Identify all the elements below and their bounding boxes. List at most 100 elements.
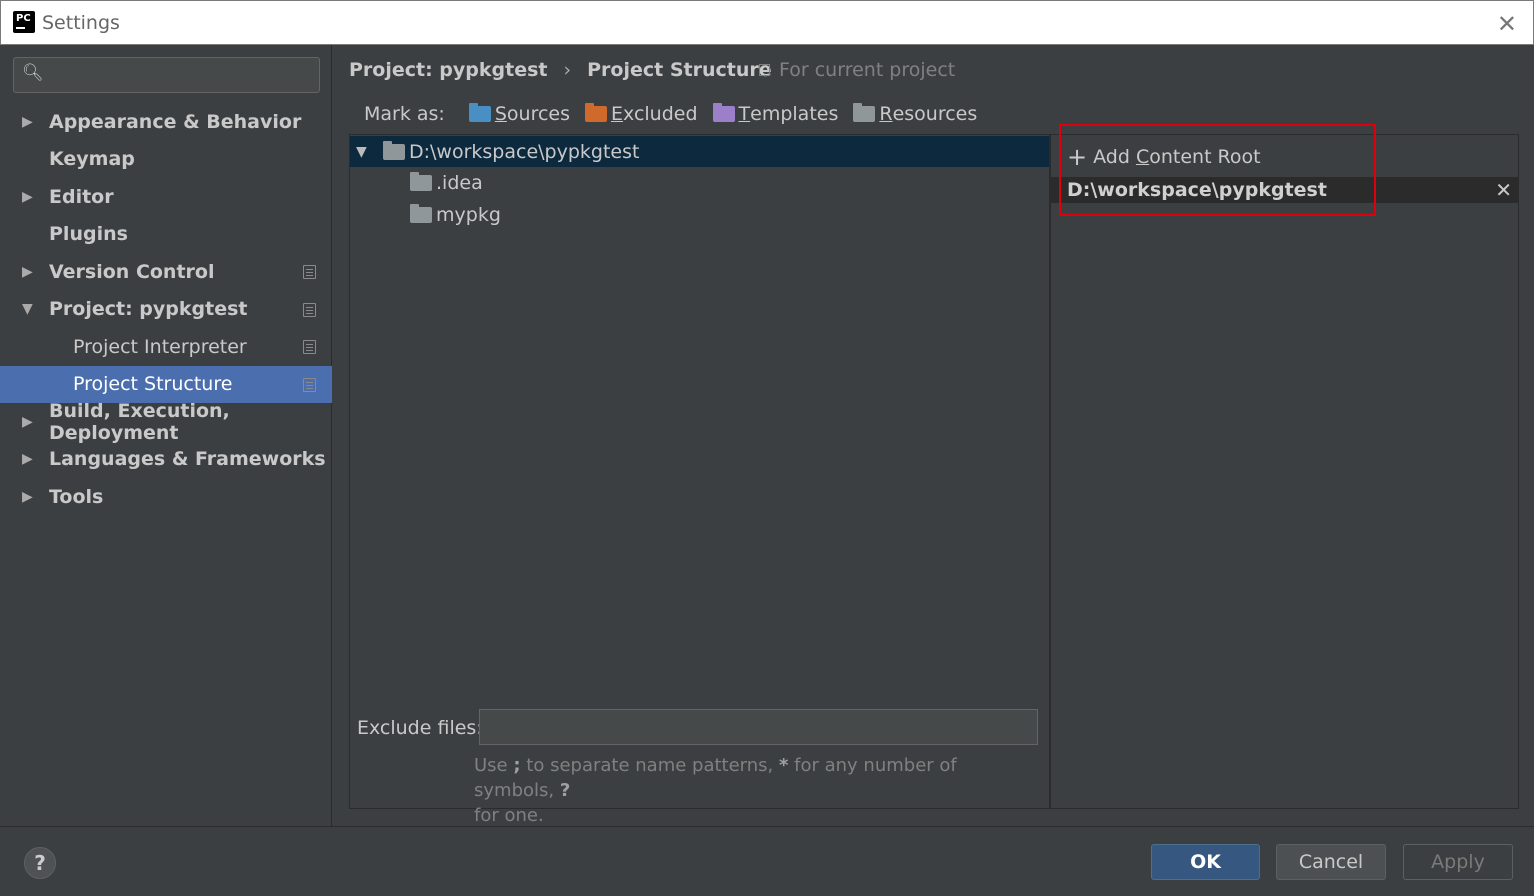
ok-button[interactable]: OK <box>1151 844 1260 880</box>
sources-folder-icon <box>468 103 491 122</box>
sidebar-item-project-interpreter[interactable]: Project Interpreter <box>0 328 332 366</box>
content-root-path: D:\workspace\pypkgtest <box>1067 179 1327 201</box>
hint-symbol: ? <box>559 780 571 801</box>
tree-item-label: D:\workspace\pypkgtest <box>409 140 640 163</box>
sidebar-item-label: Plugins <box>49 223 128 246</box>
apply-button[interactable]: Apply <box>1403 844 1513 880</box>
search-icon: 🔍︎ <box>22 63 44 83</box>
sidebar-item-plugins[interactable]: Plugins <box>0 216 332 254</box>
settings-sidebar: 🔍︎ ▶ Appearance & Behavior Keymap ▶ Edit… <box>0 45 332 826</box>
breadcrumb: Project: pypkgtest › Project Structure <box>349 59 772 81</box>
sidebar-item-project-structure[interactable]: Project Structure <box>0 365 332 403</box>
plus-icon: + <box>1067 143 1088 171</box>
project-scope-icon <box>303 302 316 317</box>
resources-folder-icon <box>853 103 876 122</box>
mark-as-toolbar: Mark as: Sources Excluded Templates Reso… <box>364 103 992 125</box>
add-root-label: Add <box>1093 146 1136 168</box>
tree-row-mypkg[interactable]: mypkg <box>350 199 1049 230</box>
project-scope-icon <box>303 340 316 354</box>
help-button[interactable]: ? <box>24 847 56 879</box>
sidebar-item-build-execution-deployment[interactable]: ▶ Build, Execution, Deployment <box>0 399 332 444</box>
templates-folder-icon <box>712 103 735 122</box>
mnemonic: T <box>738 103 751 125</box>
sidebar-item-label: Languages & Frameworks <box>49 448 326 471</box>
hint-symbol: * <box>779 755 789 776</box>
mnemonic: S <box>494 103 507 125</box>
sidebar-item-tools[interactable]: ▶ Tools <box>0 478 332 516</box>
tree-row-root[interactable]: ▼ D:\workspace\pypkgtest <box>350 136 1049 167</box>
sidebar-item-label: Version Control <box>49 260 215 283</box>
folder-icon <box>410 204 432 223</box>
sidebar-item-label: Project: pypkgtest <box>49 298 248 321</box>
add-content-root-button[interactable]: + Add Content Root <box>1067 145 1261 169</box>
expand-arrow-icon[interactable]: ▶ <box>22 489 33 505</box>
sidebar-item-project[interactable]: ▼ Project: pypkgtest <box>0 291 332 329</box>
hint-text: to separate name patterns, <box>520 755 779 776</box>
mark-label-rest: emplates <box>750 103 839 125</box>
close-window-button[interactable]: ✕ <box>1497 10 1517 38</box>
expand-arrow-icon[interactable]: ▶ <box>22 114 33 130</box>
sidebar-item-appearance-behavior[interactable]: ▶ Appearance & Behavior <box>0 103 332 141</box>
expand-arrow-icon[interactable]: ▶ <box>22 451 33 467</box>
mark-templates-button[interactable]: Templates <box>712 103 839 125</box>
mark-resources-button[interactable]: Resources <box>853 103 977 125</box>
sidebar-item-label: Keymap <box>49 148 135 171</box>
project-scope-icon <box>759 64 770 76</box>
content-root-panel: + Add Content Root D:\workspace\pypkgtes… <box>1050 134 1519 809</box>
cancel-button[interactable]: Cancel <box>1276 844 1386 880</box>
sidebar-item-label: Project Interpreter <box>73 335 247 358</box>
sidebar-item-label: Build, Execution, Deployment <box>49 399 230 444</box>
scope-label: For current project <box>759 59 955 81</box>
expand-arrow-icon[interactable]: ▶ <box>22 414 33 430</box>
sidebar-item-label: Project Structure <box>73 373 233 396</box>
remove-content-root-icon[interactable]: ✕ <box>1495 178 1512 202</box>
tree-item-label: mypkg <box>436 203 501 226</box>
sidebar-item-languages-frameworks[interactable]: ▶ Languages & Frameworks <box>0 441 332 479</box>
mark-label-rest: xcluded <box>623 103 698 125</box>
sidebar-item-label: Appearance & Behavior <box>49 110 302 133</box>
mark-label-rest: esources <box>892 103 978 125</box>
window-title: Settings <box>42 12 120 34</box>
mark-sources-button[interactable]: Sources <box>468 103 571 125</box>
folder-icon <box>410 172 432 191</box>
settings-search-input[interactable]: 🔍︎ <box>13 57 320 93</box>
mark-as-label: Mark as: <box>364 103 445 125</box>
mnemonic: C <box>1135 146 1150 168</box>
project-scope-icon <box>303 265 316 279</box>
breadcrumb-separator-icon: › <box>563 59 572 81</box>
breadcrumb-project: Project: pypkgtest <box>349 59 548 81</box>
expand-arrow-icon[interactable]: ▶ <box>22 189 33 205</box>
project-scope-icon <box>303 377 316 392</box>
sidebar-item-label: Editor <box>49 185 114 208</box>
breadcrumb-page: Project Structure <box>587 59 772 81</box>
hint-symbol: ; <box>513 755 521 776</box>
sidebar-item-keymap[interactable]: Keymap <box>0 141 332 179</box>
expand-arrow-icon[interactable]: ▶ <box>22 264 33 280</box>
exclude-files-label: Exclude files: <box>357 717 483 739</box>
sidebar-item-label: Tools <box>49 485 104 508</box>
dialog-footer: ? OK Cancel Apply <box>0 826 1534 896</box>
hint-text: for one. <box>474 805 544 826</box>
exclude-files-hint: Use ; to separate name patterns, * for a… <box>474 753 1034 828</box>
settings-main-panel: Project: pypkgtest › Project Structure F… <box>333 45 1534 826</box>
project-tree-panel: ▼ D:\workspace\pypkgtest .idea mypkg <box>349 134 1050 809</box>
scope-text: For current project <box>779 59 956 81</box>
settings-nav-tree: ▶ Appearance & Behavior Keymap ▶ Editor … <box>0 103 332 516</box>
tree-row-idea[interactable]: .idea <box>350 167 1049 198</box>
sidebar-item-editor[interactable]: ▶ Editor <box>0 178 332 216</box>
add-root-label: ontent Root <box>1149 146 1261 168</box>
title-bar: PC Settings ✕ <box>0 0 1534 45</box>
collapse-arrow-icon[interactable]: ▼ <box>22 301 33 317</box>
pycharm-logo-icon: PC <box>13 11 35 33</box>
content-root-entry[interactable]: D:\workspace\pypkgtest ✕ <box>1051 177 1518 203</box>
collapse-arrow-icon[interactable]: ▼ <box>356 144 367 160</box>
mnemonic: R <box>879 103 893 125</box>
mnemonic: E <box>611 103 624 125</box>
tree-item-label: .idea <box>436 171 483 194</box>
folder-icon <box>383 141 405 160</box>
hint-text: Use <box>474 755 514 776</box>
exclude-files-input[interactable] <box>479 709 1038 745</box>
mark-label-rest: ources <box>506 103 571 125</box>
sidebar-item-version-control[interactable]: ▶ Version Control <box>0 253 332 291</box>
mark-excluded-button[interactable]: Excluded <box>585 103 698 125</box>
